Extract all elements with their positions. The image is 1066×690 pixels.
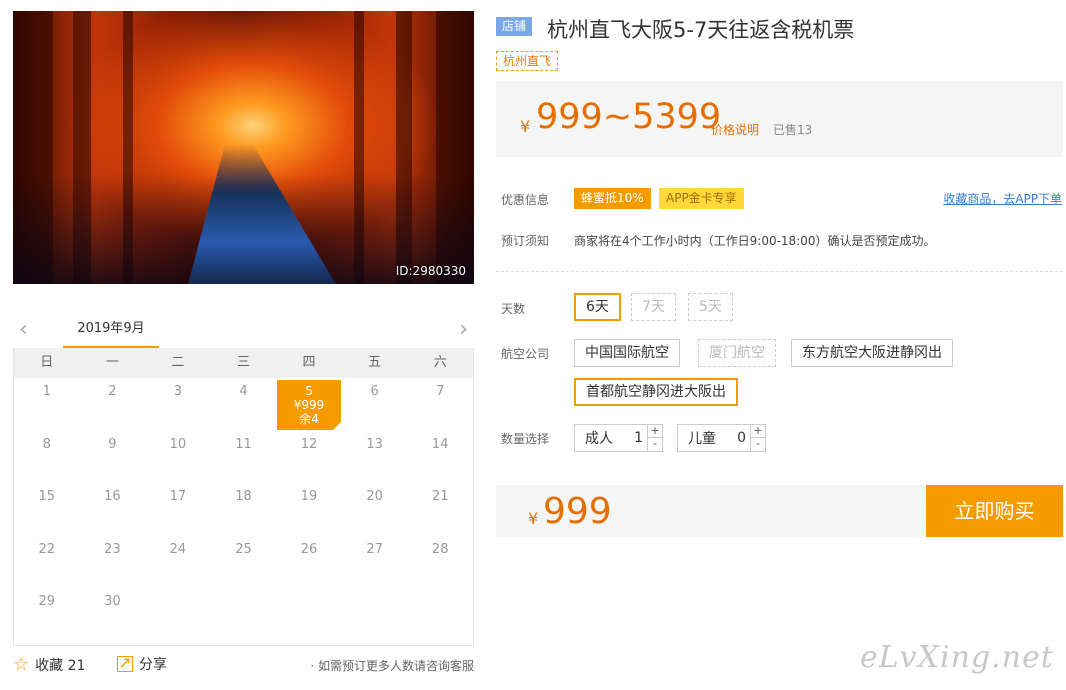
calendar-day[interactable]: 2 xyxy=(80,378,146,431)
calendar-day[interactable]: 20 xyxy=(342,483,408,536)
favorite-app-link[interactable]: 收藏商品，去APP下单 xyxy=(943,190,1062,207)
child-quantity-stepper[interactable]: 儿童 0 + - xyxy=(677,424,766,452)
adult-value[interactable]: 1 xyxy=(627,430,647,446)
calendar-day[interactable]: 19 xyxy=(276,483,342,536)
sold-count: 已售13 xyxy=(773,123,813,137)
calendar-nav: ‹ 2019年9月 › xyxy=(13,313,474,349)
total-price: 999 xyxy=(543,491,612,532)
calendar-day[interactable]: 4 xyxy=(211,378,277,431)
calendar-day[interactable]: 27 xyxy=(342,536,408,589)
booking-notice: 商家将在4个工作小时内（工作日9:00-18:00）确认是否预定成功。 xyxy=(574,234,936,248)
price-box: ¥ 999~5399 价格说明 已售13 xyxy=(496,81,1063,157)
airline-label: 航空公司 xyxy=(501,347,550,361)
calendar-day[interactable]: 1 xyxy=(14,378,80,431)
route-tag: 杭州直飞 xyxy=(496,51,559,71)
calendar-day[interactable]: 6 xyxy=(342,378,408,431)
weekday-label: 二 xyxy=(171,355,185,370)
child-value[interactable]: 0 xyxy=(730,430,750,446)
price-range: 999~5399 xyxy=(536,97,722,137)
share-label: 分享 xyxy=(139,657,167,673)
calendar-day[interactable]: 14 xyxy=(407,431,473,484)
calendar-day[interactable]: 17 xyxy=(145,483,211,536)
calendar-day[interactable]: 11 xyxy=(211,431,277,484)
adult-quantity-stepper[interactable]: 成人 1 + - xyxy=(574,424,663,452)
calendar-day[interactable]: 15 xyxy=(14,483,80,536)
adult-label: 成人 xyxy=(585,431,613,447)
calendar-grid: 1 2 3 4 5 ¥999 余4 6 7 8 9 10 11 12 13 14… xyxy=(14,378,473,641)
child-label: 儿童 xyxy=(688,431,716,447)
chevron-right-icon[interactable]: › xyxy=(459,319,468,341)
store-badge[interactable]: 店铺 xyxy=(496,17,533,36)
consult-note: · 如需预订更多人数请咨询客服 xyxy=(310,659,474,673)
calendar-day[interactable]: 12 xyxy=(276,431,342,484)
calendar-day[interactable]: 9 xyxy=(80,431,146,484)
currency-symbol: ¥ xyxy=(520,117,531,136)
calendar-day[interactable]: 3 xyxy=(145,378,211,431)
calendar-day[interactable]: 25 xyxy=(211,536,277,589)
buy-now-button[interactable]: 立即购买 xyxy=(926,485,1063,537)
airline-option-air-china[interactable]: 中国国际航空 xyxy=(574,339,680,367)
chevron-left-icon[interactable]: ‹ xyxy=(19,319,28,341)
calendar-day[interactable]: 7 xyxy=(407,378,473,431)
favorite-button[interactable]: ☆ 收藏 21 xyxy=(13,654,85,675)
calendar-day[interactable]: 23 xyxy=(80,536,146,589)
calendar-weekdays: 日 一 二 三 四 五 六 xyxy=(14,348,473,378)
weekday-label: 日 xyxy=(40,355,54,370)
airline-option-eastern[interactable]: 东方航空大阪进静冈出 xyxy=(791,339,953,367)
calendar-day[interactable]: 21 xyxy=(407,483,473,536)
product-title: 杭州直飞大阪5-7天往返含税机票 xyxy=(547,18,855,42)
footer-actions: ☆ 收藏 21 ↗ 分享 · 如需预订更多人数请咨询客服 xyxy=(13,654,474,678)
calendar-day[interactable]: 29 xyxy=(14,588,80,641)
calendar-day[interactable]: 24 xyxy=(145,536,211,589)
weekday-label: 五 xyxy=(368,355,382,370)
day-price: ¥999 xyxy=(293,398,325,412)
calendar-day[interactable]: 26 xyxy=(276,536,342,589)
airline-option-capital[interactable]: 首都航空静冈进大阪出 xyxy=(574,378,738,406)
calendar: 日 一 二 三 四 五 六 1 2 3 4 5 ¥999 余4 6 7 8 9 … xyxy=(13,348,474,646)
calendar-day[interactable]: 30 xyxy=(80,588,146,641)
day-number: 5 xyxy=(305,384,313,398)
day-remaining: 余4 xyxy=(299,412,319,426)
calendar-day[interactable]: 13 xyxy=(342,431,408,484)
calendar-day[interactable]: 22 xyxy=(14,536,80,589)
buy-bar: ¥ 999 立即购买 xyxy=(496,485,1063,537)
calendar-day-selected[interactable]: 5 ¥999 余4 xyxy=(276,378,342,431)
days-option-6[interactable]: 6天 xyxy=(574,293,621,321)
calendar-day[interactable]: 18 xyxy=(211,483,277,536)
calendar-day[interactable]: 16 xyxy=(80,483,146,536)
quantity-label: 数量选择 xyxy=(501,432,550,446)
days-label: 天数 xyxy=(501,302,526,316)
image-id-label: ID:2980330 xyxy=(395,264,466,278)
weekday-label: 三 xyxy=(236,355,250,370)
product-image: ID:2980330 xyxy=(13,11,474,284)
weekday-label: 六 xyxy=(433,355,447,370)
share-button[interactable]: ↗ 分享 xyxy=(117,654,167,674)
promo-label: 优惠信息 xyxy=(501,193,550,207)
app-card-badge: APP金卡专享 xyxy=(659,188,744,209)
share-icon: ↗ xyxy=(117,653,133,672)
booking-label: 预订须知 xyxy=(501,234,550,248)
calendar-day[interactable]: 8 xyxy=(14,431,80,484)
star-icon: ☆ xyxy=(13,654,30,675)
weekday-label: 四 xyxy=(302,355,316,370)
calendar-day[interactable]: 28 xyxy=(407,536,473,589)
days-option-5[interactable]: 5天 xyxy=(688,293,733,321)
favorite-label: 收藏 21 xyxy=(35,657,86,674)
watermark: eLvXing.net xyxy=(860,640,1054,675)
child-minus-button[interactable]: - xyxy=(751,438,765,451)
discount-badge: 蜂蜜抵10% xyxy=(574,188,651,209)
days-option-7[interactable]: 7天 xyxy=(631,293,676,321)
price-explain-link[interactable]: 价格说明 xyxy=(711,121,759,138)
total-currency-symbol: ¥ xyxy=(528,509,539,528)
airline-option-xiamen[interactable]: 厦门航空 xyxy=(698,339,776,367)
divider xyxy=(496,271,1063,272)
weekday-label: 一 xyxy=(105,355,119,370)
adult-minus-button[interactable]: - xyxy=(648,438,662,451)
calendar-month-tab[interactable]: 2019年9月 xyxy=(63,313,159,349)
calendar-day[interactable]: 10 xyxy=(145,431,211,484)
